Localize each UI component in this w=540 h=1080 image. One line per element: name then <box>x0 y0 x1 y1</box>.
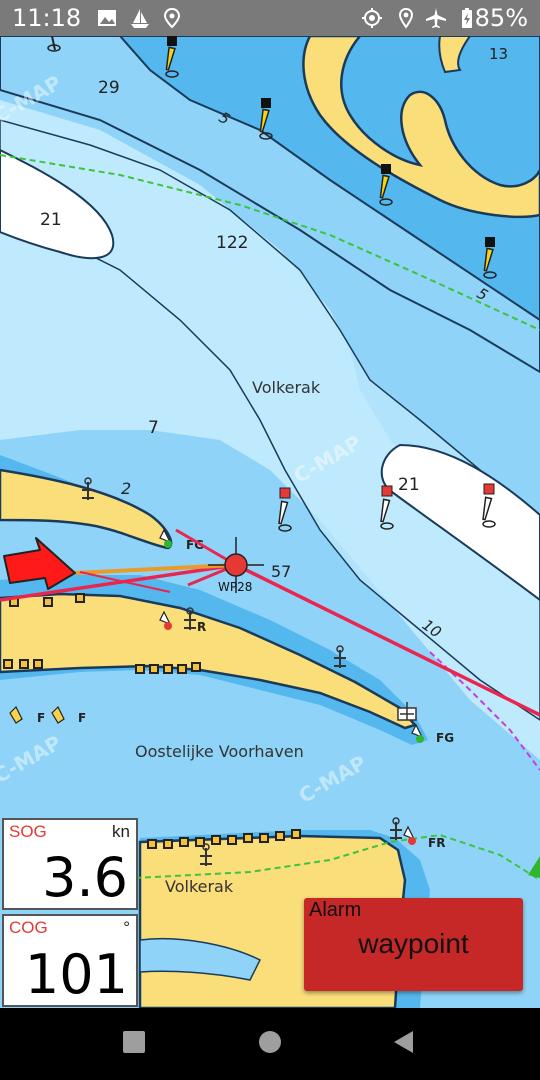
depth-label: 21 <box>40 210 62 230</box>
cog-label: COG <box>9 918 48 937</box>
gps-crosshair-icon <box>362 8 382 28</box>
place-label-volkerak-south: Volkerak <box>165 877 234 896</box>
back-button[interactable] <box>392 1030 416 1054</box>
cog-unit: ° <box>123 918 130 937</box>
alarm-title: Alarm <box>309 899 362 921</box>
sog-label: SOG <box>9 822 47 841</box>
sailboat-icon <box>131 9 149 28</box>
location-pin-icon <box>163 7 181 29</box>
image-icon <box>98 10 116 26</box>
place-label-volkerak: Volkerak <box>252 378 321 397</box>
battery-percent: 85% <box>474 4 528 32</box>
depth-label: 21 <box>398 475 420 495</box>
status-bar: 11:18 85% <box>0 0 540 36</box>
navigation-bar <box>0 1008 540 1080</box>
light-label: F <box>78 711 86 725</box>
alarm-button[interactable]: Alarm waypoint <box>304 898 523 991</box>
home-button[interactable] <box>258 1030 282 1054</box>
place-label-oostelijke-voorhaven: Oostelijke Voorhaven <box>135 742 304 761</box>
recents-button[interactable] <box>122 1030 146 1054</box>
clock: 11:18 <box>12 4 82 32</box>
depth-label: 122 <box>216 233 248 253</box>
alarm-message: waypoint <box>358 928 469 959</box>
depth-label: 2 <box>121 479 131 498</box>
sog-panel[interactable]: SOG kn 3.6 <box>2 818 138 910</box>
depth-label: 7 <box>148 418 159 438</box>
light-label: F <box>37 711 45 725</box>
sog-unit: kn <box>112 822 130 841</box>
location-icon <box>398 7 414 29</box>
depth-label: 13 <box>489 45 508 63</box>
light-label: FG <box>436 731 454 745</box>
sog-value: 3.6 <box>42 846 128 909</box>
light-label: R <box>197 620 206 634</box>
cog-panel[interactable]: COG ° 101 <box>2 914 138 1007</box>
depth-label: 29 <box>98 78 120 98</box>
depth-label: 57 <box>271 562 291 581</box>
waypoint-label: WP28 <box>218 580 252 594</box>
airplane-icon <box>426 8 446 28</box>
light-label: FR <box>428 836 445 850</box>
cog-value: 101 <box>24 943 128 1006</box>
